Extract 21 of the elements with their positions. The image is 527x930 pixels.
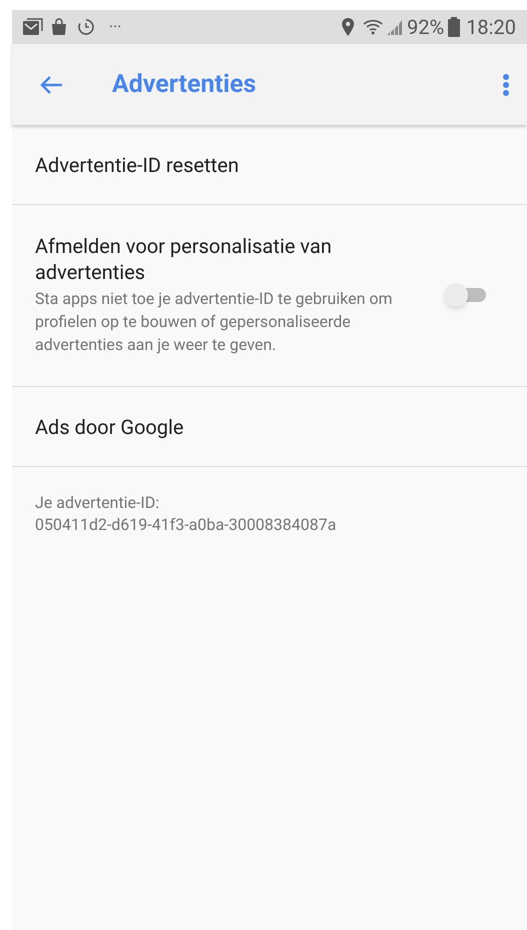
location-icon: [341, 18, 356, 36]
page-title: Advertenties: [112, 68, 256, 101]
more-notifications: ···: [109, 19, 122, 35]
toggle-switch[interactable]: [444, 282, 488, 306]
shopping-bag-icon: [51, 18, 67, 36]
advertising-id-value: 050411d2-d619-41f3-a0ba-30008384087a: [35, 514, 338, 536]
timer-icon: [77, 18, 95, 36]
battery-icon: [448, 17, 460, 37]
more-options-icon[interactable]: [502, 72, 510, 96]
advertising-id-label: Je advertentie-ID:: [35, 492, 160, 514]
setting-item[interactable]: Advertentie-ID resetten: [12, 125, 527, 205]
setting-description: Sta apps niet toe je advertentie-ID te gebruiken om profielen op te bouwen of gepersonaliseerde advertenties aan je weer te geven.: [35, 288, 394, 356]
battery-percentage: 92%: [407, 14, 444, 41]
back-arrow-icon[interactable]: [39, 74, 63, 94]
mail-icon: [23, 18, 43, 36]
wifi-icon: [363, 18, 386, 36]
setting-title: Afmelden voor personalisatie van advertenties: [35, 233, 333, 285]
signal-icon: [387, 18, 404, 36]
setting-item[interactable]: Afmelden voor personalisatie van advertenties Sta apps niet toe je advertentie-ID te gebruiken om profielen op te bouwen of gepersonaliseerde advertenties aan je weer te geven.: [12, 205, 527, 387]
clock: 18:20: [466, 14, 516, 41]
setting-item[interactable]: Ads door Google: [12, 387, 527, 467]
